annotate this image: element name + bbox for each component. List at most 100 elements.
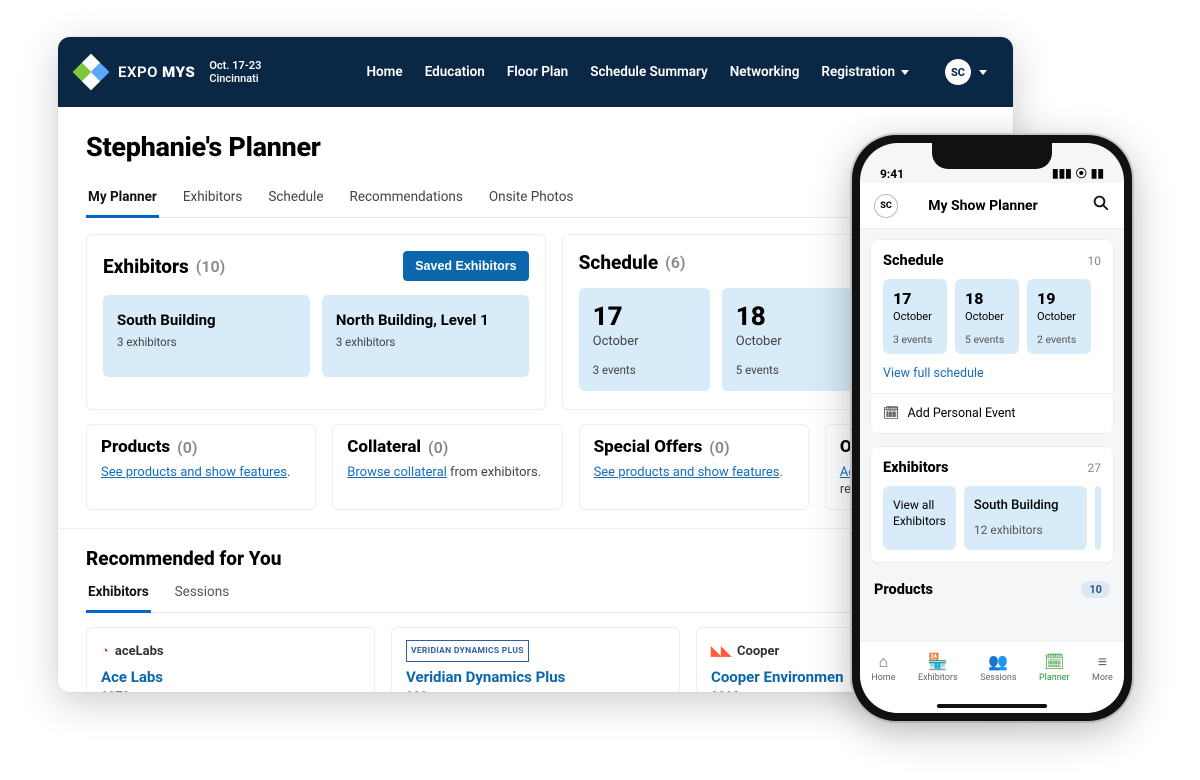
status-icons: ▮▮▮ ⦿ ▮▮: [1052, 165, 1104, 181]
collateral-panel: Collateral (0) Browse collateral from ex…: [332, 424, 562, 510]
status-time: 9:41: [880, 167, 904, 181]
products-body: See products and show features.: [101, 465, 301, 480]
mobile-tab-exhibitors[interactable]: 🏪 Exhibitors: [918, 654, 958, 683]
collateral-tail: from exhibitors.: [447, 465, 541, 480]
nav-schedule-summary[interactable]: Schedule Summary: [590, 64, 708, 80]
schedule-card-18[interactable]: 18 October 5 events: [722, 288, 853, 391]
mobile-tab-more[interactable]: ≡ More: [1092, 654, 1113, 683]
mobile-schedule-chip[interactable]: 17 October 3 events: [883, 279, 947, 354]
rec-code: 909: [406, 690, 665, 692]
mobile-products-card: Products 10: [870, 575, 1114, 598]
products-tail: .: [287, 465, 290, 480]
rec-name: Ace Labs: [101, 668, 360, 686]
chip-day: 19: [1037, 289, 1081, 308]
exhibitors-count: (10): [196, 257, 225, 276]
exhibitors-title-text: Exhibitors: [103, 255, 189, 278]
chip-events: 3 events: [893, 333, 937, 346]
rec-card-acelabs[interactable]: ◔aceLabs Ace Labs 8273: [86, 627, 375, 692]
collateral-title-text: Collateral: [347, 437, 421, 457]
nav-floor-plan[interactable]: Floor Plan: [507, 64, 568, 80]
mobile-schedule-head: Schedule 10: [883, 252, 1101, 269]
profile-menu[interactable]: SC: [945, 59, 987, 85]
mobile-schedule-title: Schedule: [883, 252, 944, 269]
brand-prefix: EXPO: [118, 63, 158, 81]
tab-label: More: [1092, 673, 1113, 683]
tab-my-planner[interactable]: My Planner: [86, 181, 159, 218]
nav-home[interactable]: Home: [366, 64, 402, 80]
rec-code: 8273: [101, 690, 360, 692]
collateral-link[interactable]: Browse collateral: [347, 465, 447, 480]
mobile-schedule-chip[interactable]: 19 October 2 events: [1027, 279, 1091, 354]
rec-logo: VERIDIAN DYNAMICS PLUS: [406, 640, 529, 662]
offers-link[interactable]: See products and show features: [594, 465, 780, 480]
mobile-view-full-schedule[interactable]: View full schedule: [883, 366, 1101, 381]
schedule-month: October: [593, 334, 696, 349]
rec-logo: ◔aceLabs: [101, 640, 360, 662]
app-header: EXPO MYS Oct. 17-23 Cincinnati Home Educ…: [58, 37, 1013, 107]
mobile-device-frame: 9:41 ▮▮▮ ⦿ ▮▮ SC My Show Planner Schedul…: [852, 135, 1132, 721]
calendar-icon: 🗓: [883, 406, 900, 421]
mobile-exhibitors-title: Exhibitors: [883, 459, 948, 476]
exhibitor-subcards: South Building 3 exhibitors North Buildi…: [103, 295, 529, 377]
rec-card-veridian[interactable]: VERIDIAN DYNAMICS PLUS Veridian Dynamics…: [391, 627, 680, 692]
rec-tab-sessions[interactable]: Sessions: [173, 576, 232, 612]
collateral-body: Browse collateral from exhibitors.: [347, 465, 547, 480]
avatar: SC: [945, 59, 971, 85]
nav-networking[interactable]: Networking: [730, 64, 800, 80]
exhibitor-card-title: North Building, Level 1: [336, 311, 515, 329]
recommended-tabs: Exhibitors Sessions: [86, 576, 985, 613]
search-icon[interactable]: [1092, 194, 1110, 217]
schedule-day: 18: [736, 304, 839, 330]
page-title: Stephanie's Planner: [86, 131, 985, 163]
mobile-schedule-count: 10: [1088, 254, 1102, 268]
nav-education[interactable]: Education: [425, 64, 485, 80]
mobile-exh-chip-viewall[interactable]: View all Exhibitors: [883, 486, 956, 550]
rec-logo-text: aceLabs: [115, 644, 164, 659]
rec-name: Veridian Dynamics Plus: [406, 668, 665, 686]
mobile-tab-planner[interactable]: 🗓 Planner: [1039, 654, 1070, 683]
tab-label: Exhibitors: [918, 673, 958, 683]
products-link[interactable]: See products and show features: [101, 465, 287, 480]
brand-suffix: MYS: [162, 63, 195, 81]
rec-tab-exhibitors[interactable]: Exhibitors: [86, 576, 151, 613]
products-count: (0): [177, 438, 197, 457]
schedule-events: 3 events: [593, 363, 696, 377]
saved-exhibitors-button[interactable]: Saved Exhibitors: [403, 251, 528, 281]
exhibitor-card-north[interactable]: North Building, Level 1 3 exhibitors: [322, 295, 529, 377]
tab-schedule[interactable]: Schedule: [266, 181, 325, 217]
exhibitor-card-south[interactable]: South Building 3 exhibitors: [103, 295, 310, 377]
mobile-products-head: Products 10: [874, 581, 1110, 598]
tab-exhibitors[interactable]: Exhibitors: [181, 181, 244, 217]
tab-label: Planner: [1039, 673, 1070, 683]
exhibitor-card-sub: 3 exhibitors: [117, 335, 296, 349]
chip-sub: 12 exhibitors: [974, 523, 1077, 539]
tab-onsite-photos[interactable]: Onsite Photos: [487, 181, 576, 217]
offers-tail: .: [780, 465, 783, 480]
chip-line2: Exhibitors: [893, 514, 946, 530]
mobile-tab-sessions[interactable]: 👥 Sessions: [980, 654, 1016, 683]
mobile-exhibitors-head: Exhibitors 27: [883, 459, 1101, 476]
mobile-exh-chip-south[interactable]: South Building 12 exhibitors: [964, 486, 1087, 550]
header-nav: Home Education Floor Plan Schedule Summa…: [366, 64, 909, 80]
exhibitors-panel-head: Exhibitors (10) Saved Exhibitors: [103, 251, 529, 281]
mobile-title: My Show Planner: [874, 198, 1092, 214]
nav-registration[interactable]: Registration: [821, 64, 909, 80]
tab-recommendations[interactable]: Recommendations: [348, 181, 465, 217]
offers-title-text: Special Offers: [594, 437, 703, 457]
chip-line1: View all: [893, 498, 946, 514]
home-indicator: [860, 699, 1124, 713]
mobile-exh-chip-overflow[interactable]: [1095, 486, 1101, 550]
schedule-events: 5 events: [736, 363, 839, 377]
offers-panel: Special Offers (0) See products and show…: [579, 424, 809, 510]
mobile-content[interactable]: Schedule 10 17 October 3 events 18 Octob…: [860, 229, 1124, 641]
mobile-tab-home[interactable]: ⌂ Home: [871, 654, 895, 683]
schedule-card-17[interactable]: 17 October 3 events: [579, 288, 710, 391]
offers-body: See products and show features.: [594, 465, 794, 480]
signal-icon: ▮▮▮: [1052, 166, 1072, 180]
exhibitors-title: Exhibitors (10): [103, 255, 225, 278]
mobile-schedule-chip[interactable]: 18 October 5 events: [955, 279, 1019, 354]
mobile-add-personal-event[interactable]: 🗓 Add Personal Event: [871, 393, 1113, 421]
products-panel: Products (0) See products and show featu…: [86, 424, 316, 510]
mobile-topbar: SC My Show Planner: [860, 183, 1124, 229]
products-title: Products (0): [101, 437, 301, 457]
